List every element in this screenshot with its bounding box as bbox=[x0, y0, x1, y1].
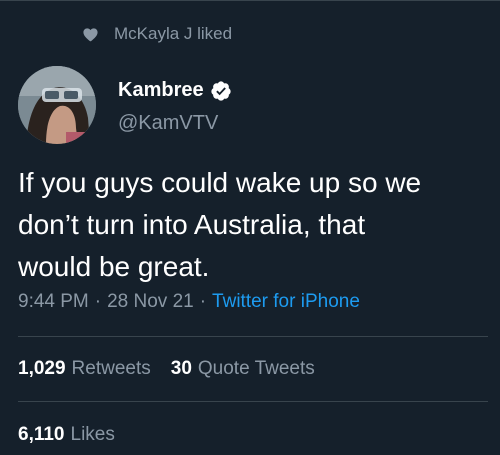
meta-separator: · bbox=[94, 291, 102, 312]
social-context[interactable]: McKayla J liked bbox=[82, 22, 232, 46]
retweets-label: Retweets bbox=[71, 358, 151, 379]
divider bbox=[18, 336, 488, 337]
heart-icon bbox=[82, 26, 99, 43]
quote-tweets-count: 30 bbox=[170, 358, 192, 379]
likes-stat[interactable]: 6,110 Likes bbox=[18, 424, 115, 446]
meta-separator: · bbox=[199, 291, 207, 312]
tweet-text: If you guys could wake up so we don’t tu… bbox=[18, 167, 422, 282]
social-context-text: McKayla J liked bbox=[114, 24, 233, 43]
quote-tweets-label: Quote Tweets bbox=[197, 358, 315, 379]
author-handle[interactable]: @KamVTV bbox=[118, 112, 218, 135]
retweets-count: 1,029 bbox=[18, 358, 66, 379]
tweet-source-link[interactable]: Twitter for iPhone bbox=[212, 291, 360, 313]
author-name[interactable]: Kambree bbox=[118, 79, 204, 102]
tweet-date[interactable]: 28 Nov 21 bbox=[107, 291, 194, 313]
quote-tweets-stat[interactable]: 30 Quote Tweets bbox=[171, 358, 315, 380]
engagement-stats: 1,029 Retweets 30 Quote Tweets bbox=[18, 358, 335, 380]
divider bbox=[18, 401, 488, 402]
likes-label: Likes bbox=[70, 424, 115, 445]
likes-count: 6,110 bbox=[18, 424, 65, 445]
tweet-time[interactable]: 9:44 PM bbox=[18, 291, 89, 313]
tweet-meta: 9:44 PM · 28 Nov 21 · Twitter for iPhone bbox=[18, 291, 360, 313]
author-name-row[interactable]: Kambree bbox=[118, 79, 232, 102]
avatar[interactable] bbox=[18, 66, 96, 144]
verified-badge-icon bbox=[210, 80, 232, 102]
retweets-stat[interactable]: 1,029 Retweets bbox=[18, 358, 151, 380]
top-divider bbox=[0, 0, 500, 1]
likes-stats: 6,110 Likes bbox=[18, 424, 135, 446]
